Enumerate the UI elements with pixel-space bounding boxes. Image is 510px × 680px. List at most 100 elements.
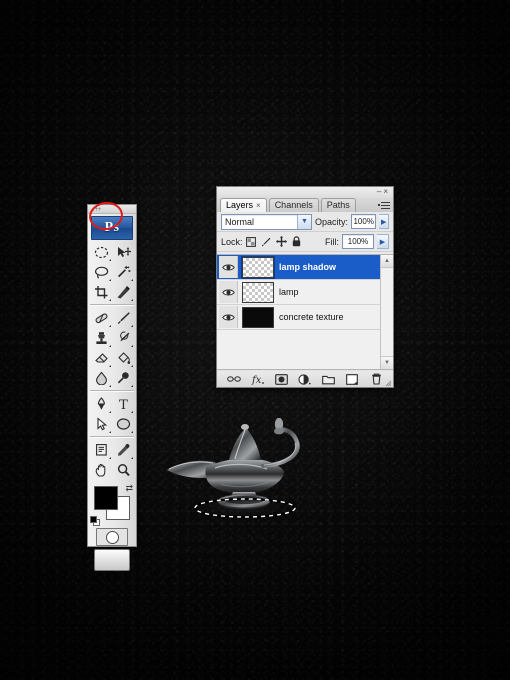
tab-paths[interactable]: Paths: [320, 198, 356, 212]
lock-image-pixels-icon[interactable]: [261, 236, 272, 247]
flyout-triangle-icon: [109, 457, 111, 459]
flyout-triangle-icon: [109, 299, 111, 301]
layer-visibility-toggle[interactable]: [219, 281, 238, 303]
fill-label: Fill:: [325, 236, 339, 247]
eraser-tool[interactable]: [90, 348, 112, 368]
zoom-tool[interactable]: [112, 460, 134, 480]
flyout-triangle-icon: [131, 345, 133, 347]
lock-all-icon[interactable]: [291, 236, 302, 247]
layer-list-scrollbar[interactable]: ▲ ▼: [380, 255, 393, 369]
crop-tool[interactable]: [90, 282, 112, 302]
layer-style-button[interactable]: fx: [251, 373, 265, 386]
layer-mask-button[interactable]: [274, 373, 288, 386]
eye-icon: [221, 314, 235, 320]
flyout-triangle-icon: [131, 385, 133, 387]
magic-wand-tool[interactable]: [112, 262, 134, 282]
quick-mask-icon: [105, 530, 119, 544]
tab-channels[interactable]: Channels: [268, 198, 319, 212]
swap-colors-icon[interactable]: ⇄: [125, 484, 133, 493]
elliptical-selection-marching-ants: [193, 497, 297, 519]
adjustment-layer-button[interactable]: [298, 373, 312, 386]
layer-name: lamp: [279, 287, 299, 297]
layer-list[interactable]: lamp shadow lamp concrete texture ▲ ▼: [217, 254, 393, 370]
pen-tool[interactable]: [90, 394, 112, 414]
flyout-triangle-icon: [109, 411, 111, 413]
svg-text:T: T: [119, 398, 128, 411]
layer-visibility-toggle[interactable]: [219, 306, 238, 328]
flyout-triangle-icon: [131, 365, 133, 367]
notes-tool[interactable]: [90, 440, 112, 460]
tool-group-vector: T: [88, 394, 136, 434]
scroll-up-arrow-icon[interactable]: ▲: [381, 255, 393, 268]
flyout-triangle-icon: [131, 279, 133, 281]
flyout-triangle-icon: [131, 325, 133, 327]
flyout-triangle-icon: [131, 457, 133, 459]
tab-layers-label: Layers: [226, 200, 254, 210]
layer-visibility-toggle[interactable]: [219, 256, 238, 278]
move-tool[interactable]: [112, 242, 134, 262]
color-swatches[interactable]: ⇄: [88, 484, 136, 526]
panel-menu-icon[interactable]: [378, 200, 390, 211]
layer-name: lamp shadow: [279, 262, 337, 272]
elliptical-marquee-tool[interactable]: [90, 242, 112, 262]
delete-layer-button[interactable]: [369, 373, 383, 386]
path-selection-tool[interactable]: [90, 414, 112, 434]
layer-row-concrete-texture[interactable]: concrete texture: [217, 305, 393, 330]
history-brush-tool[interactable]: [112, 328, 134, 348]
slice-tool[interactable]: [112, 282, 134, 302]
foreground-color-swatch[interactable]: [94, 486, 118, 510]
new-layer-button[interactable]: [345, 373, 359, 386]
flyout-triangle-icon: [109, 385, 111, 387]
layer-row-lamp-shadow[interactable]: lamp shadow: [217, 255, 393, 280]
dodge-tool[interactable]: [112, 368, 134, 388]
flyout-triangle-icon: [131, 411, 133, 413]
tool-divider: [90, 436, 134, 438]
tab-layers[interactable]: Layers ×: [220, 198, 267, 212]
layer-row-lamp[interactable]: lamp: [217, 280, 393, 305]
layer-name: concrete texture: [279, 312, 344, 322]
panel-window-buttons[interactable]: –×: [377, 187, 390, 197]
tool-group-retouch: [88, 308, 136, 388]
layer-thumbnail[interactable]: [242, 281, 274, 303]
lock-buttons: [246, 236, 302, 247]
scroll-down-arrow-icon[interactable]: ▼: [381, 356, 393, 369]
fill-slider-arrow[interactable]: ▶: [377, 234, 389, 249]
screen-mode-button[interactable]: [88, 549, 136, 571]
flyout-triangle-icon: [131, 431, 133, 433]
new-group-button[interactable]: [322, 373, 336, 386]
lock-transparent-pixels-icon[interactable]: [246, 236, 257, 247]
blur-tool[interactable]: [90, 368, 112, 388]
blend-mode-select[interactable]: Normal ▼: [221, 213, 312, 230]
layer-thumbnail[interactable]: [242, 306, 274, 328]
flyout-triangle-icon: [131, 299, 133, 301]
opacity-input[interactable]: 100%: [351, 214, 377, 229]
opacity-slider-arrow[interactable]: ▶: [379, 214, 389, 229]
panel-resize-grip[interactable]: [385, 380, 392, 387]
flyout-triangle-icon: [109, 325, 111, 327]
lock-position-icon[interactable]: [275, 236, 287, 247]
brush-tool[interactable]: [112, 308, 134, 328]
quick-mask-mode-button[interactable]: [88, 528, 136, 546]
chevron-down-icon[interactable]: ▼: [297, 214, 311, 229]
clone-stamp-tool[interactable]: [90, 328, 112, 348]
fill-input[interactable]: 100%: [342, 234, 374, 249]
lasso-tool[interactable]: [90, 262, 112, 282]
ellipse-shape-tool[interactable]: [112, 414, 134, 434]
lock-fill-row: Lock: Fill: 100% ▶: [217, 232, 393, 252]
paint-bucket-tool[interactable]: [112, 348, 134, 368]
link-layers-button[interactable]: [226, 373, 241, 386]
layer-thumbnail[interactable]: [241, 255, 275, 279]
tab-close-icon[interactable]: ×: [256, 201, 261, 210]
photoshop-tools-panel[interactable]: Ps T ⇄: [87, 199, 137, 571]
type-tool[interactable]: T: [112, 394, 134, 414]
close-icon[interactable]: ×: [383, 187, 390, 196]
toolbar-drag-grip[interactable]: [88, 205, 136, 214]
flyout-triangle-icon: [109, 279, 111, 281]
layers-panel[interactable]: –× Layers × Channels Paths Normal ▼ Opaci…: [216, 186, 394, 388]
hand-tool[interactable]: [90, 460, 112, 480]
eyedropper-tool[interactable]: [112, 440, 134, 460]
panel-titlebar[interactable]: –×: [217, 187, 393, 198]
panel-tabs[interactable]: Layers × Channels Paths: [217, 198, 393, 212]
default-colors-icon[interactable]: [90, 516, 100, 526]
healing-brush-tool[interactable]: [90, 308, 112, 328]
